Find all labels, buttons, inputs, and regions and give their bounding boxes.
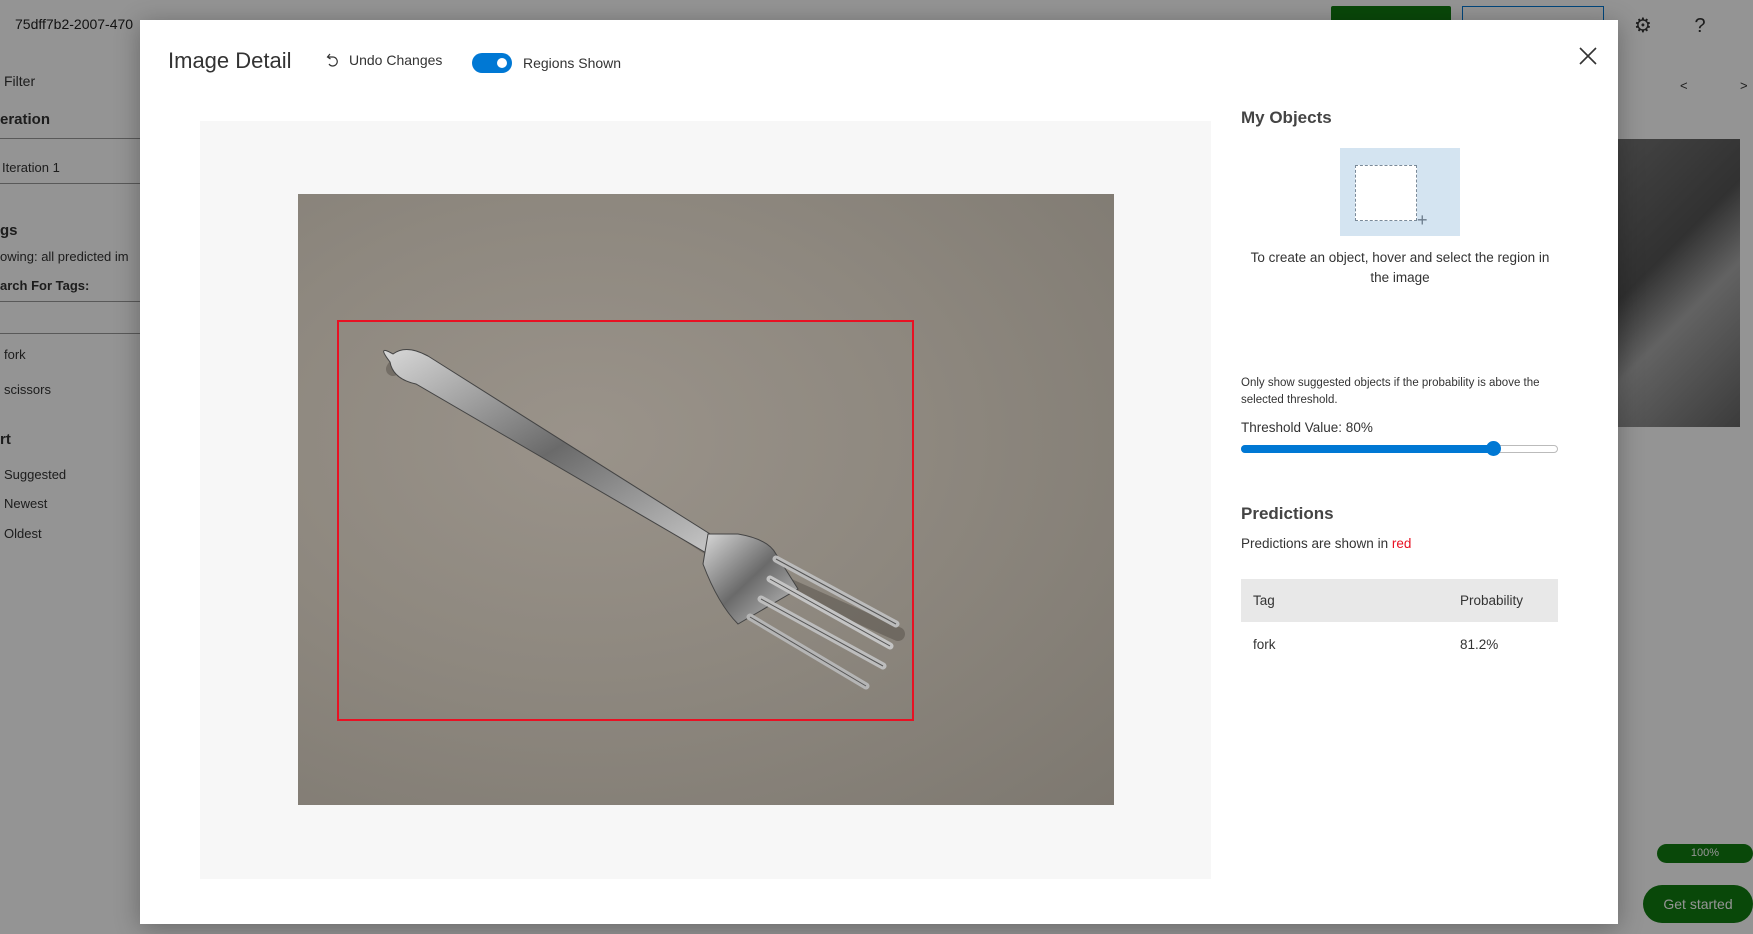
predictions-table: Tag Probability fork 81.2%	[1241, 579, 1558, 666]
predictions-color-word: red	[1391, 536, 1412, 551]
slider-fill	[1241, 445, 1493, 453]
prediction-tag: fork	[1253, 636, 1276, 652]
regions-shown-toggle[interactable]	[472, 53, 512, 73]
prediction-region[interactable]	[337, 320, 914, 721]
dialog-title: Image Detail	[168, 48, 292, 73]
table-header-row: Tag Probability	[1241, 579, 1558, 622]
create-object-hint: To create an object, hover and select th…	[1250, 250, 1550, 285]
dashed-region-icon	[1355, 165, 1417, 221]
slider-thumb[interactable]	[1486, 441, 1501, 456]
undo-icon	[326, 53, 338, 67]
fork-photo[interactable]	[298, 194, 1114, 805]
undo-changes-label: Undo Changes	[349, 52, 443, 68]
column-header-tag: Tag	[1241, 579, 1448, 622]
image-canvas[interactable]	[200, 121, 1211, 879]
regions-toggle-group: Regions Shown	[472, 53, 621, 73]
image-detail-dialog: Image Detail Undo Changes Regions Shown	[140, 20, 1618, 924]
predictions-note-text: Predictions are shown in	[1241, 536, 1389, 551]
predictions-title: Predictions	[1241, 504, 1334, 523]
threshold-label: Threshold Value: 80%	[1241, 420, 1373, 435]
prediction-probability: 81.2%	[1460, 636, 1499, 652]
predictions-note: Predictions are shown in red	[1241, 536, 1411, 551]
threshold-slider[interactable]	[1241, 439, 1558, 457]
close-icon[interactable]	[1576, 44, 1600, 68]
undo-changes-button[interactable]: Undo Changes	[325, 52, 442, 68]
toggle-knob	[497, 58, 507, 68]
table-row[interactable]: fork 81.2%	[1241, 622, 1558, 666]
threshold-note: Only show suggested objects if the proba…	[1241, 377, 1540, 406]
column-header-probability: Probability	[1448, 579, 1558, 622]
my-objects-title: My Objects	[1241, 108, 1332, 127]
plus-icon: +	[1417, 210, 1428, 230]
create-object-illustration: +	[1340, 148, 1460, 236]
regions-shown-label: Regions Shown	[523, 55, 622, 71]
